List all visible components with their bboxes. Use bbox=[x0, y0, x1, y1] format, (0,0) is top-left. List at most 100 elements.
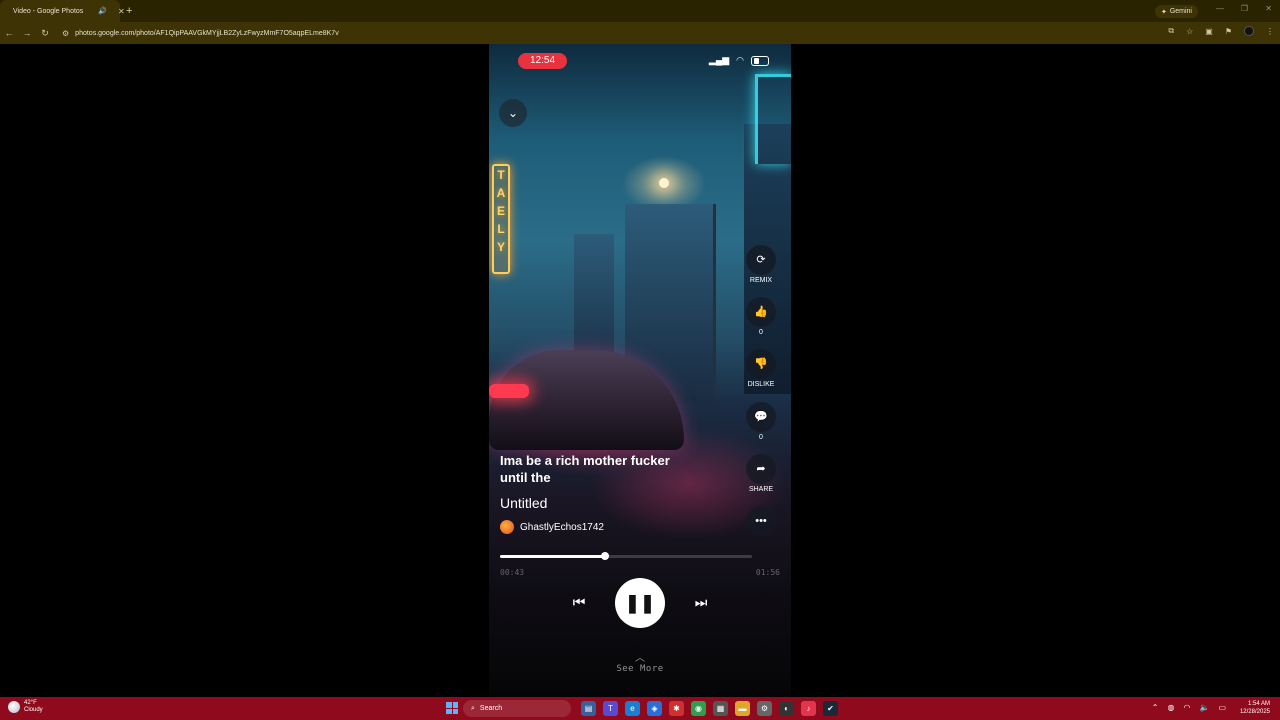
thumbs-down-icon[interactable]: 👎 bbox=[746, 349, 776, 379]
weather-desc: Cloudy bbox=[24, 707, 43, 713]
song-title[interactable]: Untitled bbox=[500, 495, 547, 511]
neon-light bbox=[755, 74, 791, 164]
settings-icon[interactable]: ⚙ bbox=[757, 701, 772, 716]
battery-icon bbox=[751, 55, 769, 66]
like-button[interactable]: 👍 0 bbox=[746, 297, 776, 336]
collapse-chevron-icon[interactable]: ⌄ bbox=[499, 99, 527, 127]
site-info-icon[interactable]: ⚙ bbox=[62, 29, 69, 38]
toolbar-actions: ⧉ ☆ ▣ ⚑ ⋮ bbox=[1168, 26, 1274, 36]
progress-handle[interactable] bbox=[600, 552, 609, 560]
cloud-icon bbox=[8, 701, 20, 713]
battery-icon[interactable]: ▭ bbox=[1218, 703, 1226, 712]
tab-strip: Video - Google Photos 🔊 ✕ + ✦ Gemini — ❐… bbox=[0, 0, 1280, 22]
tab-title: Video - Google Photos bbox=[13, 7, 84, 15]
artist-link[interactable]: GhastlyEchos1742 bbox=[500, 520, 604, 534]
next-track-icon[interactable]: ⏭ bbox=[691, 593, 711, 611]
current-time: 00:43 bbox=[500, 568, 525, 577]
signal-icon: ▂▄▆ bbox=[708, 55, 730, 65]
like-count: 0 bbox=[759, 329, 763, 336]
more-dots-icon[interactable]: ••• bbox=[746, 506, 776, 536]
comment-button[interactable]: 💬 0 bbox=[746, 402, 776, 441]
chevron-up-icon[interactable]: ⌃ bbox=[1152, 703, 1159, 712]
weather-temp: 42°F bbox=[24, 700, 37, 706]
see-more-button[interactable]: ︿ See More bbox=[590, 653, 690, 675]
app-icon[interactable]: ✱ bbox=[669, 701, 684, 716]
taskbar-search[interactable]: ⌕ Search bbox=[463, 700, 571, 717]
bookmark-star-icon[interactable]: ☆ bbox=[1186, 27, 1193, 36]
system-tray: ⌃ ◍ ◠ 🔈 ▭ bbox=[1152, 703, 1226, 712]
lyric-text: Ima be a rich mother fucker until the bbox=[500, 453, 670, 485]
reload-icon[interactable]: ↻ bbox=[36, 28, 54, 39]
search-icon: ⌕ bbox=[471, 704, 475, 712]
share-label: SHARE bbox=[748, 486, 774, 493]
wifi-icon: ◠ bbox=[736, 55, 744, 65]
file-explorer-icon[interactable]: ▬ bbox=[735, 701, 750, 716]
car-taillight bbox=[489, 384, 529, 398]
weather-widget[interactable]: 42°F Cloudy bbox=[8, 700, 43, 714]
volume-icon[interactable]: 🔈 bbox=[1199, 703, 1209, 712]
taskbar-clock[interactable]: 1:54 AM 12/28/2025 bbox=[1240, 700, 1270, 716]
wifi-icon[interactable]: ◠ bbox=[1183, 703, 1190, 712]
omnibox[interactable]: ⚙ photos.google.com/photo/AF1QipPAAVGkMY… bbox=[62, 29, 339, 38]
pause-icon[interactable]: ❚❚ bbox=[615, 578, 665, 628]
url-text[interactable]: photos.google.com/photo/AF1QipPAAVGkMYjj… bbox=[75, 30, 339, 37]
progress-bar[interactable] bbox=[500, 552, 752, 560]
progress-fill bbox=[500, 555, 605, 558]
see-more-label: See More bbox=[616, 664, 664, 674]
remix-icon[interactable]: ⟳ bbox=[746, 245, 776, 275]
clock-time: 1:54 AM bbox=[1247, 701, 1270, 707]
thumbs-up-icon[interactable]: 👍 bbox=[746, 297, 776, 327]
profile-avatar[interactable] bbox=[1244, 26, 1254, 36]
chevron-up-icon: ︿ bbox=[635, 653, 645, 664]
video-player[interactable]: TAELY 12:54 ▂▄▆ ◠ ⌄ ⟳ REMIX 👍 0 👎 DISLIK… bbox=[489, 44, 791, 697]
artist-avatar[interactable] bbox=[500, 520, 514, 534]
share-button[interactable]: ➦ SHARE bbox=[746, 454, 776, 493]
windows-taskbar: 42°F Cloudy ⌕ Search ▤ T e ◈ ✱ ◉ ▦ ▬ ⚙ ◐… bbox=[0, 697, 1280, 720]
previous-track-icon[interactable]: ⏮ bbox=[569, 593, 589, 611]
tab-video-google-photos[interactable]: Video - Google Photos 🔊 ✕ bbox=[0, 0, 125, 22]
cast-icon[interactable]: ⧉ bbox=[1168, 26, 1174, 36]
back-icon[interactable]: ← bbox=[0, 28, 18, 38]
street-lamp bbox=[659, 178, 669, 188]
remix-button[interactable]: ⟳ REMIX bbox=[746, 245, 776, 284]
total-time: 01:56 bbox=[755, 568, 780, 577]
window-close-icon[interactable]: ✕ bbox=[1265, 4, 1272, 13]
notepad-icon[interactable]: ▦ bbox=[713, 701, 728, 716]
comment-count: 0 bbox=[759, 434, 763, 441]
github-icon[interactable]: ◐ bbox=[779, 701, 794, 716]
music-icon[interactable]: ♪ bbox=[801, 701, 816, 716]
tab-close-button[interactable]: ✕ bbox=[118, 7, 125, 16]
neon-sign: TAELY bbox=[492, 164, 510, 274]
new-tab-button[interactable]: + bbox=[126, 5, 132, 17]
store-icon[interactable]: ◈ bbox=[647, 701, 662, 716]
pinned-apps: ▤ T e ◈ ✱ ◉ ▦ ▬ ⚙ ◐ ♪ ✔ bbox=[581, 701, 838, 716]
gemini-label: Gemini bbox=[1169, 8, 1192, 15]
extensions-icon[interactable]: ⚑ bbox=[1225, 27, 1232, 36]
windows-start-icon[interactable] bbox=[446, 702, 458, 714]
chrome-icon[interactable]: ◉ bbox=[691, 701, 706, 716]
network-icon[interactable]: ◍ bbox=[1168, 703, 1175, 712]
address-bar: ← → ↻ ⚙ photos.google.com/photo/AF1QipPA… bbox=[0, 22, 1280, 44]
forward-icon[interactable]: → bbox=[18, 28, 36, 38]
steam-icon[interactable]: ✔ bbox=[823, 701, 838, 716]
comment-icon[interactable]: 💬 bbox=[746, 402, 776, 432]
dislike-label: DISLIKE bbox=[747, 381, 775, 388]
clock-date: 12/28/2025 bbox=[1239, 709, 1270, 715]
share-icon[interactable]: ➦ bbox=[746, 454, 776, 484]
dislike-button[interactable]: 👎 DISLIKE bbox=[746, 349, 776, 388]
speaker-icon[interactable]: 🔊 bbox=[98, 7, 107, 15]
edge-icon[interactable]: e bbox=[625, 701, 640, 716]
artist-name[interactable]: GhastlyEchos1742 bbox=[520, 522, 604, 533]
restore-icon[interactable]: ❐ bbox=[1241, 4, 1248, 13]
teams-icon[interactable]: T bbox=[603, 701, 618, 716]
gemini-button[interactable]: ✦ Gemini bbox=[1154, 5, 1198, 18]
remix-label: REMIX bbox=[749, 277, 773, 284]
status-time: 12:54 bbox=[518, 53, 567, 69]
menu-icon[interactable]: ⋮ bbox=[1266, 27, 1274, 36]
sparkle-icon: ✦ bbox=[1160, 8, 1167, 16]
task-view-icon[interactable]: ▤ bbox=[581, 701, 596, 716]
minimize-icon[interactable]: — bbox=[1216, 4, 1224, 13]
side-panel-icon[interactable]: ▣ bbox=[1205, 27, 1213, 36]
more-options-button[interactable]: ••• bbox=[746, 506, 776, 536]
status-icons: ▂▄▆ ◠ bbox=[709, 55, 769, 66]
